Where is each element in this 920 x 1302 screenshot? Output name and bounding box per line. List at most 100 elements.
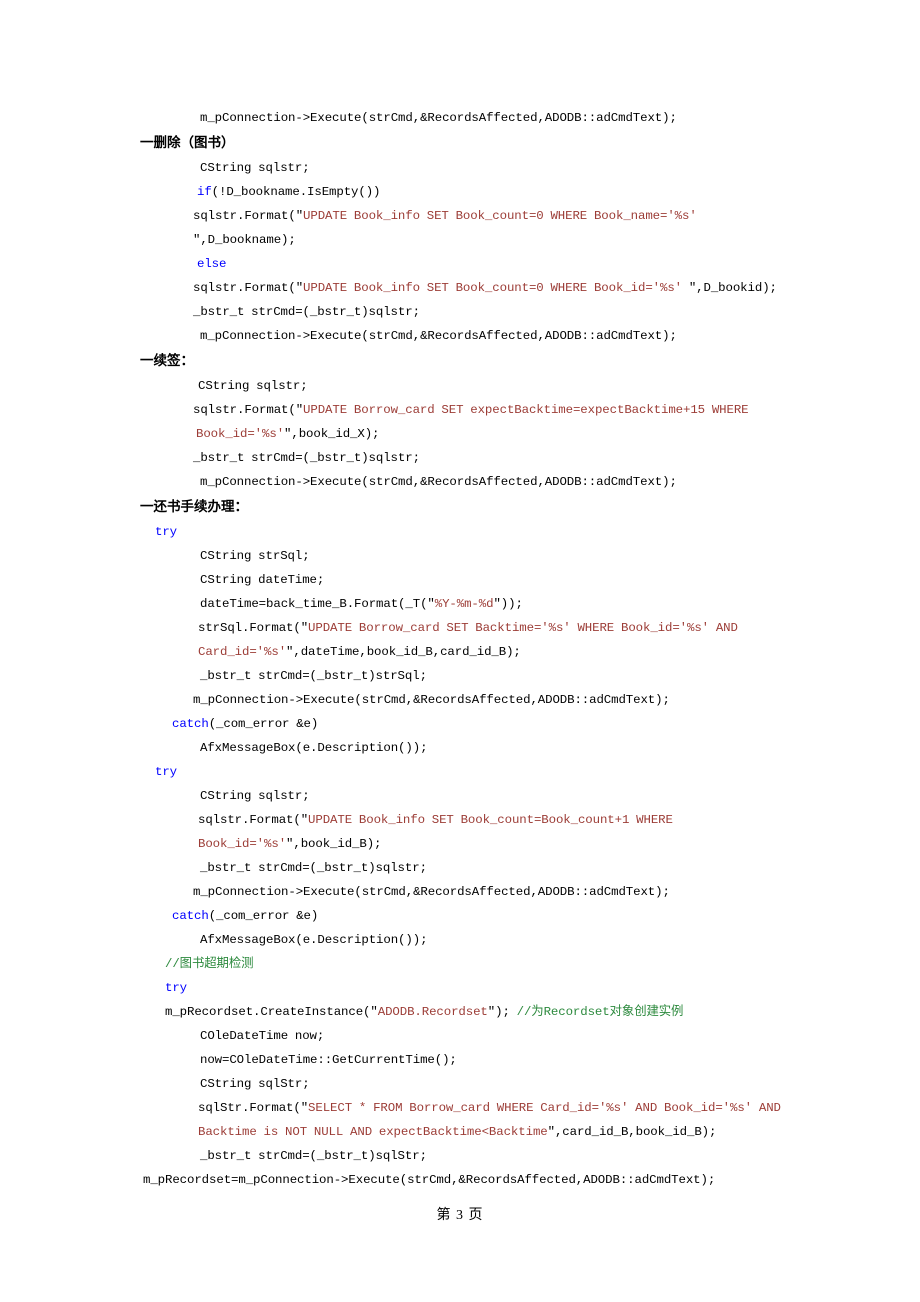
- code-line: Backtime is NOT NULL AND expectBacktime<…: [140, 1120, 790, 1144]
- code-token-plain: CString sqlstr;: [200, 789, 310, 803]
- code-line: catch(_com_error &e): [140, 904, 790, 928]
- code-token-kw: try: [165, 981, 188, 995]
- code-line: m_pConnection->Execute(strCmd,&RecordsAf…: [140, 324, 790, 348]
- code-line: CString strSql;: [140, 544, 790, 568]
- code-token-plain: _bstr_t strCmd=(_bstr_t)strSql;: [200, 669, 427, 683]
- code-token-kw: else: [197, 257, 227, 271]
- code-token-plain: sqlstr.Format(″: [193, 281, 304, 295]
- code-line: dateTime=back_time_B.Format(_T(″%Y-%m-%d…: [140, 592, 790, 616]
- code-token-plain: AfxMessageBox(e.Description());: [200, 933, 428, 947]
- code-line: try: [140, 520, 790, 544]
- code-line: sqlstr.Format(″UPDATE Borrow_card SET ex…: [140, 398, 790, 422]
- code-line: sqlstr.Format(″UPDATE Book_info SET Book…: [140, 808, 790, 832]
- code-line: _bstr_t strCmd=(_bstr_t)strSql;: [140, 664, 790, 688]
- code-token-plain: ″,card_id_B,book_id_B);: [547, 1125, 717, 1139]
- code-token-plain: dateTime=back_time_B.Format(_T(″: [200, 597, 435, 611]
- code-token-sql: UPDATE Book_info SET Book_count=Book_cou…: [308, 813, 673, 827]
- code-token-plain: strSql.Format(″: [198, 621, 309, 635]
- code-line: m_pRecordset.CreateInstance(″ADODB.Recor…: [140, 1000, 790, 1024]
- code-line: //图书超期检测: [140, 952, 790, 976]
- code-token-plain: sqlstr.Format(″: [198, 813, 309, 827]
- section-heading: 一删除（图书）: [140, 135, 235, 151]
- code-token-plain: CString sqlstr;: [198, 379, 308, 393]
- code-token-sql: Book_id='%s': [196, 427, 285, 441]
- page-footer: 第 3 页: [436, 1208, 484, 1223]
- code-token-sql: Backtime is NOT NULL AND expectBacktime<…: [198, 1125, 548, 1139]
- code-token-plain: (_com_error &e): [208, 909, 319, 923]
- code-token-plain: AfxMessageBox(e.Description());: [200, 741, 428, 755]
- code-token-plain: COleDateTime now;: [200, 1029, 325, 1043]
- code-line: _bstr_t strCmd=(_bstr_t)sqlstr;: [140, 300, 790, 324]
- code-token-plain: (_com_error &e): [208, 717, 319, 731]
- code-line: m_pConnection->Execute(strCmd,&RecordsAf…: [140, 688, 790, 712]
- code-token-plain: sqlstr.Format(″: [193, 209, 304, 223]
- code-line: try: [140, 976, 790, 1000]
- code-token-kw: if: [197, 185, 212, 199]
- code-token-kw: catch: [172, 909, 209, 923]
- code-token-plain: _bstr_t strCmd=(_bstr_t)sqlStr;: [200, 1149, 427, 1163]
- section-heading: 一还书手续办理：: [140, 499, 248, 515]
- code-token-plain: ″,book_id_B);: [286, 837, 382, 851]
- code-line: if(!D_bookname.IsEmpty()): [140, 180, 790, 204]
- code-line: Book_id='%s'″,book_id_B);: [140, 832, 790, 856]
- code-token-plain: CString sqlStr;: [200, 1077, 310, 1091]
- code-token-plain: ″);: [487, 1005, 517, 1019]
- code-token-sql: %Y-%m-%d: [434, 597, 494, 611]
- code-token-plain: m_pRecordset=m_pConnection->Execute(strC…: [143, 1173, 716, 1187]
- code-line: try: [140, 760, 790, 784]
- code-token-sql: UPDATE Book_info SET Book_count=0 WHERE …: [303, 281, 682, 295]
- code-token-cmt: //为Recordset对象创建实例: [516, 1005, 684, 1019]
- code-line: Card_id='%s'″,dateTime,book_id_B,card_id…: [140, 640, 790, 664]
- code-token-plain: ″,dateTime,book_id_B,card_id_B);: [286, 645, 521, 659]
- code-line: now=COleDateTime::GetCurrentTime();: [140, 1048, 790, 1072]
- code-token-sql: UPDATE Book_info SET Book_count=0 WHERE …: [303, 209, 697, 223]
- code-line: Book_id='%s'″,book_id_X);: [140, 422, 790, 446]
- code-token-sql: Book_id='%s': [198, 837, 287, 851]
- code-token-plain: CString sqlstr;: [200, 161, 310, 175]
- section-heading: 一续签：: [140, 353, 194, 369]
- code-line: m_pConnection->Execute(strCmd,&RecordsAf…: [140, 470, 790, 494]
- code-token-plain: sqlStr.Format(″: [198, 1101, 309, 1115]
- code-token-plain: m_pConnection->Execute(strCmd,&RecordsAf…: [193, 885, 670, 899]
- code-line: CString sqlstr;: [140, 784, 790, 808]
- code-token-plain: m_pConnection->Execute(strCmd,&RecordsAf…: [193, 693, 670, 707]
- code-token-plain: m_pConnection->Execute(strCmd,&RecordsAf…: [200, 111, 677, 125]
- code-line: m_pConnection->Execute(strCmd,&RecordsAf…: [140, 106, 790, 130]
- code-line: COleDateTime now;: [140, 1024, 790, 1048]
- code-token-sql: ADODB.Recordset: [377, 1005, 488, 1019]
- code-token-plain: _bstr_t strCmd=(_bstr_t)sqlstr;: [193, 305, 420, 319]
- code-token-sql: UPDATE Borrow_card SET Backtime='%s' WHE…: [308, 621, 738, 635]
- code-token-plain: m_pConnection->Execute(strCmd,&RecordsAf…: [200, 329, 677, 343]
- code-line: AfxMessageBox(e.Description());: [140, 736, 790, 760]
- code-line: CString sqlStr;: [140, 1072, 790, 1096]
- code-token-kw: try: [155, 765, 178, 779]
- code-token-plain: _bstr_t strCmd=(_bstr_t)sqlstr;: [193, 451, 420, 465]
- code-token-kw: catch: [172, 717, 209, 731]
- code-line: sqlStr.Format(″SELECT * FROM Borrow_card…: [140, 1096, 790, 1120]
- code-token-plain: sqlstr.Format(″: [193, 403, 304, 417]
- code-token-sql: Card_id='%s': [198, 645, 287, 659]
- code-line: m_pConnection->Execute(strCmd,&RecordsAf…: [140, 880, 790, 904]
- code-line: CString sqlstr;: [140, 374, 790, 398]
- code-token-plain: _bstr_t strCmd=(_bstr_t)sqlstr;: [200, 861, 427, 875]
- code-token-plain: now=COleDateTime::GetCurrentTime();: [200, 1053, 457, 1067]
- code-line: AfxMessageBox(e.Description());: [140, 928, 790, 952]
- code-line: CString sqlstr;: [140, 156, 790, 180]
- document-page: m_pConnection->Execute(strCmd,&RecordsAf…: [0, 0, 920, 1302]
- code-token-cmt: //图书超期检测: [165, 957, 254, 971]
- code-line: catch(_com_error &e): [140, 712, 790, 736]
- code-token-plain: (!D_bookname.IsEmpty()): [211, 185, 381, 199]
- code-token-plain: ″,book_id_X);: [284, 427, 380, 441]
- code-token-plain: CString dateTime;: [200, 573, 325, 587]
- code-line: strSql.Format(″UPDATE Borrow_card SET Ba…: [140, 616, 790, 640]
- code-line: CString dateTime;: [140, 568, 790, 592]
- code-token-kw: try: [155, 525, 178, 539]
- code-token-sql: UPDATE Borrow_card SET expectBacktime=ex…: [303, 403, 749, 417]
- code-line: else: [140, 252, 790, 276]
- code-token-plain: ″));: [493, 597, 523, 611]
- code-line: sqlstr.Format(″UPDATE Book_info SET Book…: [140, 204, 790, 252]
- code-line: _bstr_t strCmd=(_bstr_t)sqlstr;: [140, 856, 790, 880]
- code-token-plain: m_pConnection->Execute(strCmd,&RecordsAf…: [200, 475, 677, 489]
- code-token-plain: ″,D_bookid);: [682, 281, 777, 295]
- code-token-plain: CString strSql;: [200, 549, 310, 563]
